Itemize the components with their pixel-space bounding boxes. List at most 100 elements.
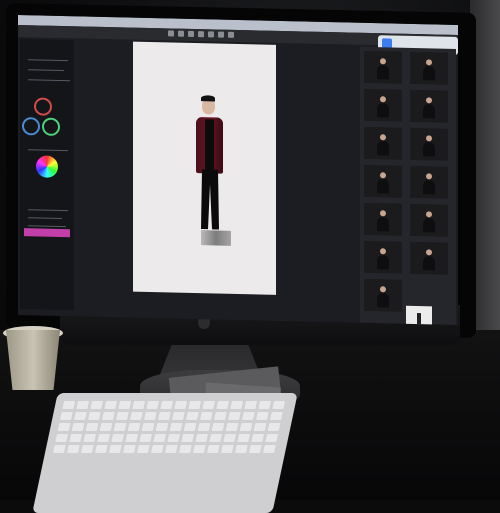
color-wheel-icon[interactable] (22, 117, 40, 136)
keyboard-key[interactable] (85, 423, 99, 431)
tool-icon[interactable] (178, 30, 184, 37)
keyboard-key[interactable] (258, 401, 272, 409)
keyboard-key[interactable] (225, 423, 239, 431)
keyboard-key[interactable] (111, 434, 125, 442)
keyboard-key[interactable] (141, 423, 155, 431)
keyboard-key[interactable] (169, 423, 183, 431)
selection-bar[interactable] (24, 228, 70, 238)
keyboard-key[interactable] (165, 445, 178, 453)
keyboard-key[interactable] (55, 434, 69, 442)
slider[interactable] (28, 217, 62, 220)
keyboard-key[interactable] (188, 401, 202, 409)
color-wheel-icon[interactable] (42, 117, 60, 136)
slider[interactable] (28, 225, 66, 228)
keyboard-key[interactable] (132, 401, 146, 409)
keyboard-key[interactable] (88, 412, 101, 420)
color-wheel-icon[interactable] (36, 155, 58, 178)
keyboard-key[interactable] (102, 412, 115, 420)
keyboard-key[interactable] (228, 412, 241, 420)
keyboard-key[interactable] (127, 423, 141, 431)
keyboard-key[interactable] (186, 412, 199, 420)
keyboard-key[interactable] (221, 445, 234, 453)
keyboard-key[interactable] (267, 423, 281, 431)
keyboard-key[interactable] (95, 445, 108, 453)
slider[interactable] (28, 59, 68, 62)
tool-icon[interactable] (168, 30, 174, 37)
keyboard-key[interactable] (202, 401, 216, 409)
keyboard-key[interactable] (195, 434, 209, 442)
keyboard-key[interactable] (123, 445, 136, 453)
keyboard-key[interactable] (209, 434, 223, 442)
tool-icon[interactable] (208, 31, 214, 38)
keyboard-key[interactable] (183, 423, 197, 431)
keyboard-key[interactable] (272, 401, 286, 409)
tool-icon[interactable] (198, 31, 204, 38)
slider[interactable] (28, 149, 68, 152)
keyboard-key[interactable] (90, 401, 104, 409)
keyboard-key[interactable] (253, 423, 267, 431)
keyboard-key[interactable] (167, 434, 181, 442)
keyboard-key[interactable] (83, 434, 97, 442)
keyboard-key[interactable] (71, 423, 85, 431)
tool-icon[interactable] (218, 31, 224, 38)
keyboard-key[interactable] (116, 412, 129, 420)
keyboard-key[interactable] (242, 412, 255, 420)
keyboard-key[interactable] (197, 423, 211, 431)
keyboard-key[interactable] (104, 401, 118, 409)
keyboard-key[interactable] (99, 423, 113, 431)
keyboard-key[interactable] (230, 401, 244, 409)
keyboard-key[interactable] (172, 412, 185, 420)
keyboard-key[interactable] (211, 423, 225, 431)
thumbnail-face (380, 134, 386, 141)
keyboard-key[interactable] (235, 445, 248, 453)
keyboard-key[interactable] (155, 423, 169, 431)
keyboard-key[interactable] (144, 412, 157, 420)
slider[interactable] (28, 69, 64, 72)
keyboard-key[interactable] (62, 401, 76, 409)
keyboard-key[interactable] (239, 423, 253, 431)
keyboard-key[interactable] (207, 445, 220, 453)
keyboard-key[interactable] (67, 445, 80, 453)
keyboard-key[interactable] (118, 401, 132, 409)
slider[interactable] (28, 209, 68, 212)
keyboard-key[interactable] (151, 445, 164, 453)
keyboard-key[interactable] (200, 412, 213, 420)
tool-icon[interactable] (188, 30, 194, 38)
keyboard-key[interactable] (146, 401, 160, 409)
color-wheel-icon[interactable] (34, 97, 52, 116)
keyboard-key[interactable] (74, 412, 87, 420)
tool-icon[interactable] (228, 31, 234, 38)
keyboard-key[interactable] (97, 434, 111, 442)
slider[interactable] (28, 79, 70, 82)
keyboard-key[interactable] (216, 401, 230, 409)
keyboard-key[interactable] (130, 412, 143, 420)
keyboard-key[interactable] (69, 434, 83, 442)
keyboard-key[interactable] (158, 412, 171, 420)
keyboard-key[interactable] (125, 434, 139, 442)
keyboard-key[interactable] (76, 401, 90, 409)
keyboard-key[interactable] (137, 445, 150, 453)
keyboard-key[interactable] (60, 412, 73, 420)
keyboard-key[interactable] (57, 423, 71, 431)
keyboard-key[interactable] (109, 445, 122, 453)
keyboard-key[interactable] (181, 434, 195, 442)
keyboard-key[interactable] (81, 445, 94, 453)
keyboard-key[interactable] (139, 434, 153, 442)
keyboard-key[interactable] (153, 434, 167, 442)
keyboard-key[interactable] (263, 445, 276, 453)
keyboard-key[interactable] (265, 434, 279, 442)
keyboard-key[interactable] (53, 445, 66, 453)
keyboard-key[interactable] (113, 423, 127, 431)
keyboard-key[interactable] (179, 445, 192, 453)
keyboard-key[interactable] (256, 412, 269, 420)
keyboard-key[interactable] (174, 401, 188, 409)
keyboard-key[interactable] (214, 412, 227, 420)
keyboard-key[interactable] (237, 434, 251, 442)
keyboard-key[interactable] (223, 434, 237, 442)
keyboard-key[interactable] (251, 434, 265, 442)
keyboard-key[interactable] (249, 445, 262, 453)
keyboard-key[interactable] (270, 412, 283, 420)
keyboard-key[interactable] (244, 401, 258, 409)
keyboard-key[interactable] (160, 401, 174, 409)
keyboard-key[interactable] (193, 445, 206, 453)
